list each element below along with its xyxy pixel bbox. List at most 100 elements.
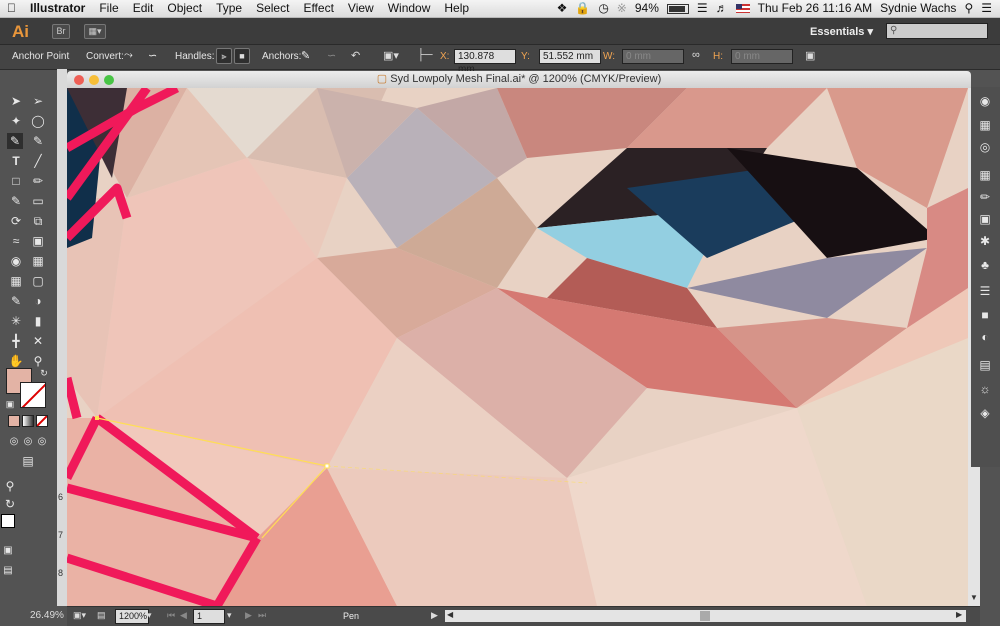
anchor-point[interactable] — [324, 463, 330, 469]
flag-icon[interactable] — [735, 4, 750, 13]
close-window-button[interactable] — [74, 75, 84, 85]
scale-tool-icon[interactable]: ⧉ — [30, 213, 46, 229]
align-panel-icon[interactable]: ▤ — [977, 357, 993, 373]
document-title-bar[interactable]: ▢ Syd Lowpoly Mesh Final.ai* @ 1200% (CM… — [67, 71, 971, 88]
user-name[interactable]: Sydnie Wachs — [880, 0, 956, 17]
constrain-proportions-icon[interactable]: ∞ — [692, 49, 700, 61]
volume-icon[interactable]: ♬ — [716, 0, 728, 17]
horizontal-scrollbar[interactable]: ◀ ▶ — [445, 610, 966, 622]
gradient-mode-icon[interactable] — [22, 415, 34, 427]
last-artboard-icon[interactable]: ⏭ — [258, 610, 266, 621]
scroll-right-arrow-icon[interactable]: ▶ — [956, 610, 962, 619]
transform-panel-icon[interactable]: ▣ — [805, 49, 815, 62]
status-options-icon[interactable]: ▣▾ — [73, 610, 86, 621]
menu-type[interactable]: Type — [209, 0, 249, 17]
lasso-tool-icon[interactable]: ◯ — [30, 113, 46, 129]
mesh-tool-icon[interactable]: ▦ — [8, 273, 24, 289]
anchor-point[interactable] — [95, 416, 99, 420]
status-export-icon[interactable]: ▤ — [97, 610, 106, 621]
next-artboard-icon[interactable]: ▶ — [245, 610, 252, 621]
transparency-panel-icon[interactable]: ◐ — [977, 329, 993, 345]
line-segment-tool-icon[interactable]: ╱ — [30, 153, 46, 169]
apple-menu-icon[interactable]:  — [0, 0, 23, 17]
width-field[interactable]: 0 mm — [622, 49, 684, 64]
symbol-sprayer-tool-icon[interactable]: ✳ — [8, 313, 24, 329]
menu-select[interactable]: Select — [249, 0, 296, 17]
menu-window[interactable]: Window — [381, 0, 438, 17]
first-artboard-icon[interactable]: ⏮ — [167, 610, 175, 621]
minimize-window-button[interactable] — [89, 75, 99, 85]
menu-view[interactable]: View — [341, 0, 381, 17]
workspace-switcher[interactable]: Essentials ▾ — [810, 25, 873, 38]
eraser-tool-icon[interactable]: ▭ — [30, 193, 46, 209]
selection-tool-icon[interactable]: ➤ — [8, 93, 24, 109]
status-menu-arrow-icon[interactable]: ▶ — [431, 610, 438, 621]
none-mode-icon[interactable] — [36, 415, 48, 427]
transform-icon[interactable]: ├─ — [417, 49, 433, 61]
layers-panel-icon[interactable]: ◈ — [977, 405, 993, 421]
color-mode-icon[interactable] — [8, 415, 20, 427]
default-colors-icon[interactable]: ▣ — [2, 396, 18, 412]
wifi-icon[interactable]: ☰ — [697, 0, 708, 17]
artboard-canvas[interactable] — [67, 88, 968, 606]
brushes-panel-icon[interactable]: ✏ — [977, 189, 993, 205]
hide-handles-icon[interactable]: ■ — [234, 48, 250, 64]
color-guide-icon[interactable]: ▦ — [977, 117, 993, 133]
zoom-window-button[interactable] — [104, 75, 114, 85]
stroke-swatch[interactable] — [20, 382, 46, 408]
bridge-button[interactable]: Br — [52, 24, 70, 39]
menu-help[interactable]: Help — [437, 0, 476, 17]
mini-fill-swatch[interactable] — [1, 514, 15, 528]
clock-datetime[interactable]: Thu Feb 26 11:16 AM — [758, 0, 873, 17]
swatches-panel-icon[interactable]: ▦ — [977, 167, 993, 183]
artboard-tool-icon[interactable]: ╋ — [8, 333, 24, 349]
width-tool-icon[interactable]: ≈ — [8, 233, 24, 249]
menu-file[interactable]: File — [92, 0, 125, 17]
paintbrush-tool-icon[interactable]: ✏ — [30, 173, 46, 189]
notification-center-icon[interactable]: ☰ — [981, 0, 992, 17]
screen-mode-icon[interactable]: ▤ — [18, 453, 38, 469]
graphic-styles-icon[interactable]: ✱ — [977, 233, 993, 249]
slice-tool-icon[interactable]: ✕ — [30, 333, 46, 349]
isolate-object-icon[interactable]: ▣▾ — [383, 49, 399, 62]
column-graph-tool-icon[interactable]: ▮ — [30, 313, 46, 329]
previous-artboard-icon[interactable]: ◀ — [180, 610, 187, 621]
menu-object[interactable]: Object — [160, 0, 209, 17]
hand-tool-icon[interactable]: ✋ — [8, 353, 24, 369]
type-tool-icon[interactable]: T — [8, 153, 24, 169]
blend-tool-icon[interactable]: ◑ — [30, 293, 46, 309]
convert-corner-icon[interactable]: ⤳ — [124, 49, 133, 62]
swap-fill-stroke-icon[interactable]: ↻ — [36, 365, 52, 381]
magic-wand-tool-icon[interactable]: ✦ — [8, 113, 24, 129]
eyedropper-tool-icon[interactable]: ✎ — [8, 293, 24, 309]
menu-edit[interactable]: Edit — [126, 0, 161, 17]
y-coordinate-field[interactable]: 51.552 mm — [539, 49, 601, 64]
paragraph-panel-icon[interactable]: ☰ — [977, 283, 993, 299]
pen-tool-icon[interactable]: ✎ — [7, 133, 23, 149]
rectangle-tool-icon[interactable]: □ — [8, 173, 24, 189]
pencil-tool-icon[interactable]: ✎ — [8, 193, 24, 209]
bluetooth-icon[interactable]: ※ — [617, 0, 627, 17]
battery-icon[interactable] — [666, 3, 689, 14]
lock-icon[interactable]: 🔒 — [575, 0, 590, 17]
menu-effect[interactable]: Effect — [296, 0, 340, 17]
x-coordinate-field[interactable]: 130.878 mm — [454, 49, 516, 75]
color-panel-icon[interactable]: ◉ — [977, 93, 993, 109]
cut-path-icon[interactable]: ↶ — [351, 49, 360, 62]
stroke-panel-icon[interactable]: ■ — [977, 307, 993, 323]
zoom-dropdown-icon[interactable]: ▾ — [147, 610, 152, 621]
arrange-documents-icon[interactable]: ▦▾ — [84, 24, 106, 39]
zoom-level-field[interactable]: 1200% — [115, 609, 149, 624]
dropbox-icon[interactable]: ❖ — [557, 0, 568, 17]
gradient-tool-icon[interactable]: ▢ — [30, 273, 46, 289]
rotate-tool-icon[interactable]: ⟳ — [8, 213, 24, 229]
symbols-panel-icon[interactable]: ▣ — [977, 211, 993, 227]
help-search-input[interactable]: ⚲ — [886, 23, 988, 39]
time-machine-icon[interactable]: ◷ — [598, 0, 608, 17]
draw-inside-icon[interactable]: ◎ — [34, 433, 50, 449]
artboard-dropdown-icon[interactable]: ▾ — [227, 610, 232, 621]
horizontal-scroll-thumb[interactable] — [700, 611, 710, 621]
perspective-grid-tool-icon[interactable]: ▦ — [30, 253, 46, 269]
height-field[interactable]: 0 mm — [731, 49, 793, 64]
rotate-view-icon[interactable]: ↻ — [2, 496, 18, 512]
